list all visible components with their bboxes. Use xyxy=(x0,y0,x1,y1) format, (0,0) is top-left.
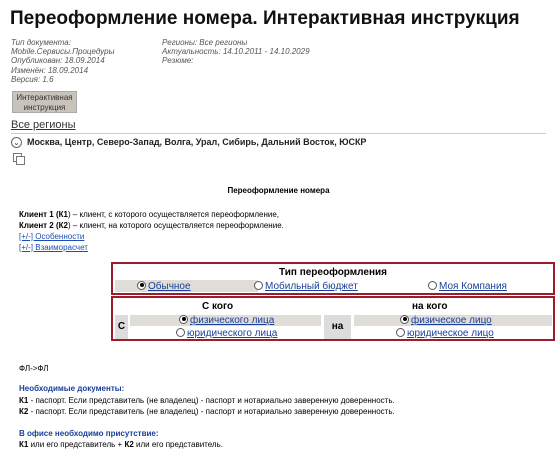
result-formula: ФЛ->ФЛ xyxy=(19,364,49,373)
presence-line: К1 или его представитель + К2 или его пр… xyxy=(19,440,223,449)
client2-key: К2 xyxy=(58,221,68,230)
radio-selected-icon xyxy=(179,314,188,324)
option-label: юридического лица xyxy=(187,328,278,339)
client2-prefix: Клиент 2 ( xyxy=(19,221,59,230)
document-line-k2: К2 - паспорт. Если представитель (не вла… xyxy=(19,407,395,416)
published-date: Опубликован: 18.09.2014 xyxy=(11,56,105,66)
doc2-key: К2 xyxy=(19,407,29,416)
doc2-text: - паспорт. Если представитель (не владел… xyxy=(28,407,395,416)
presence-title: В офисе необходимо присутствие: xyxy=(19,429,159,438)
option-label: Мобильный бюджет xyxy=(265,281,358,292)
radio-icon xyxy=(428,280,437,290)
to-legal-entity-option[interactable]: юридическое лицо xyxy=(396,327,494,339)
option-label: юридическое лицо xyxy=(407,328,494,339)
changed-date: Изменён: 18.09.2014 xyxy=(11,65,89,75)
interactive-instruction-tag-button[interactable]: Интерактивная инструкция xyxy=(12,91,77,113)
reissue-type-heading: Тип переоформления xyxy=(279,267,387,278)
from-to-panel: С кого на кого С на физического лица юри… xyxy=(111,296,555,341)
client1-text: ) – клиент, с которого осуществляется пе… xyxy=(67,210,279,219)
reissue-type-panel: Тип переоформления Обычное Мобильный бюд… xyxy=(111,262,555,295)
option-label: физическое лицо xyxy=(411,315,492,326)
client1-prefix: Клиент 1 ( xyxy=(19,210,59,219)
doc-meta-left: Тип документа: Mobile.Сервисы.Процедуры … xyxy=(11,38,115,84)
option-label: физического лица xyxy=(190,315,275,326)
clients-description: Клиент 1 (К1) – клиент, с которого осуще… xyxy=(19,209,284,253)
presence-mid: или его представитель + xyxy=(28,440,125,449)
reissue-option-mobile-budget[interactable]: Мобильный бюджет xyxy=(254,280,358,292)
doc1-text: - паспорт. Если представитель (не владел… xyxy=(28,396,395,405)
instruction-subtitle: Переоформление номера xyxy=(227,186,330,195)
features-expander[interactable]: [+/-] Особенности xyxy=(19,231,284,242)
to-heading: на кого xyxy=(412,301,448,312)
regions-list: Москва, Центр, Северо-Запад, Волга, Урал… xyxy=(27,137,367,147)
doc1-key: К1 xyxy=(19,396,29,405)
radio-selected-icon xyxy=(137,280,146,290)
presence-end: или его представитель. xyxy=(133,440,223,449)
client2-text: ) – клиент, на которого осуществляется п… xyxy=(67,221,284,230)
radio-icon xyxy=(254,280,263,290)
reissue-option-regular[interactable]: Обычное xyxy=(137,280,191,292)
to-individual-option[interactable]: физическое лицо xyxy=(400,314,492,326)
client2-line: Клиент 2 (К2) – клиент, на которого осущ… xyxy=(19,220,284,231)
from-prefix: С xyxy=(115,315,128,339)
tag-line-1: Интерактивная xyxy=(16,93,73,102)
actuality-meta: Актуальность: 14.10.2011 - 14.10.2029 xyxy=(162,47,310,57)
required-documents-title: Необходимые документы: xyxy=(19,384,125,393)
reissue-option-my-company[interactable]: Моя Компания xyxy=(428,280,507,292)
page-title: Переоформление номера. Интерактивная инс… xyxy=(10,8,520,29)
document-line-k1: К1 - паспорт. Если представитель (не вла… xyxy=(19,396,395,405)
doc-type-label: Тип документа: xyxy=(11,38,71,47)
radio-icon xyxy=(396,327,405,337)
regions-divider xyxy=(11,133,546,134)
option-label: Моя Компания xyxy=(439,281,507,292)
copy-icon[interactable] xyxy=(13,153,25,165)
resume-meta: Резюме: xyxy=(162,56,194,66)
settlement-expander[interactable]: [+/-] Взаиморасчет xyxy=(19,242,284,253)
radio-icon xyxy=(176,327,185,337)
option-label: Обычное xyxy=(148,281,191,292)
chevron-down-icon[interactable]: ⌄ xyxy=(11,137,22,148)
to-prefix: на xyxy=(324,315,351,339)
doc-type-value: Mobile.Сервисы.Процедуры xyxy=(11,47,115,57)
client1-line: Клиент 1 (К1) – клиент, с которого осуще… xyxy=(19,209,284,220)
from-individual-option[interactable]: физического лица xyxy=(179,314,275,326)
version: Версия: 1.6 xyxy=(11,74,54,84)
all-regions-link[interactable]: Все регионы xyxy=(11,119,76,131)
client1-key: К1 xyxy=(58,210,68,219)
presence-k2: К2 xyxy=(124,440,134,449)
from-heading: С кого xyxy=(202,301,234,312)
from-legal-entity-option[interactable]: юридического лица xyxy=(176,327,278,339)
tag-line-2: инструкция xyxy=(23,103,66,112)
regions-meta: Регионы: Все регионы xyxy=(162,38,248,47)
presence-k1: К1 xyxy=(19,440,29,449)
doc-meta-right: Регионы: Все регионы Актуальность: 14.10… xyxy=(162,38,310,66)
radio-selected-icon xyxy=(400,314,409,324)
